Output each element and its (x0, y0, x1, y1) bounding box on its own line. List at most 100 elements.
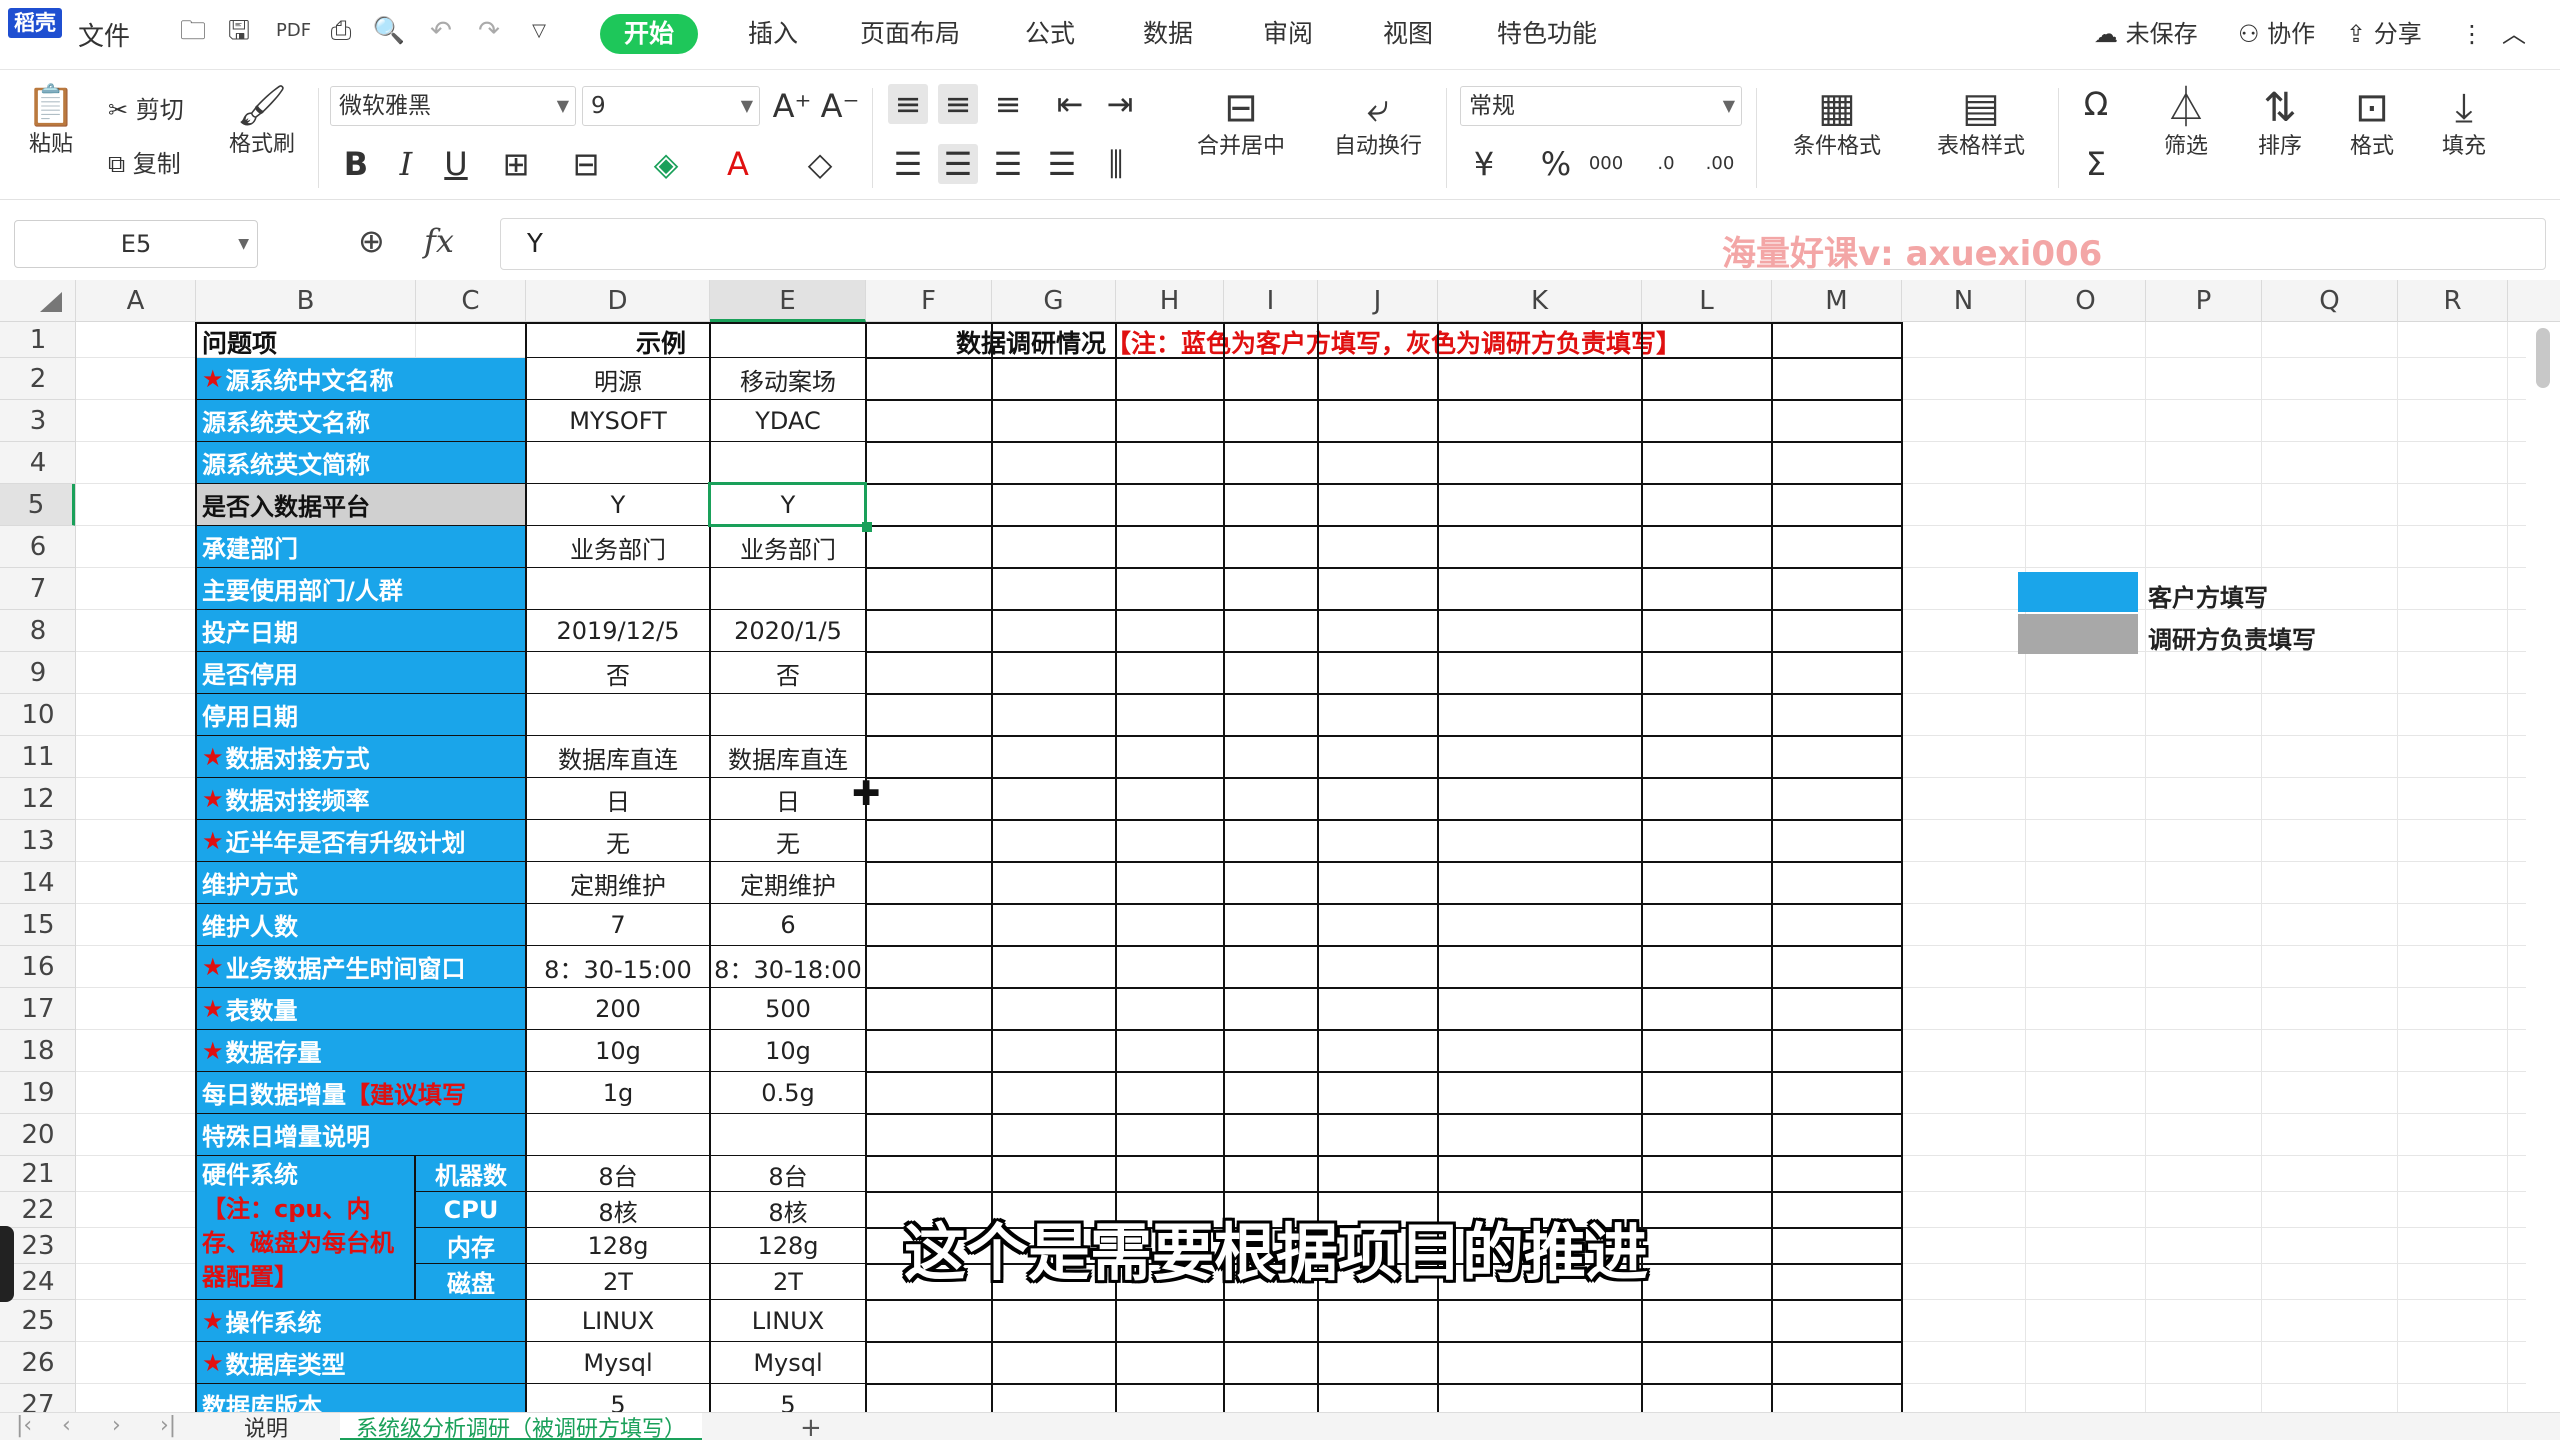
side-panel-handle[interactable] (0, 1226, 14, 1302)
align-center-icon[interactable]: ☰ (938, 144, 978, 184)
example-cell-e[interactable] (710, 1114, 866, 1156)
sum-icon[interactable]: Σ (2076, 144, 2116, 184)
row-header-16[interactable]: 16 (0, 946, 75, 988)
hardware-sub-label[interactable]: 内存 (416, 1228, 526, 1264)
item-label[interactable]: 是否停用 (196, 652, 526, 694)
column-header-F[interactable]: F (866, 280, 992, 322)
item-label[interactable]: 源系统英文简称 (196, 442, 526, 484)
example-cell-d[interactable]: 10g (526, 1030, 710, 1072)
example-cell-d[interactable]: 1g (526, 1072, 710, 1114)
last-sheet-icon[interactable]: ›| (160, 1413, 176, 1438)
border-icon[interactable]: ⊞ (496, 144, 536, 184)
distribute-icon[interactable]: ⫼ (1096, 144, 1136, 184)
file-menu[interactable]: 文件 (78, 16, 130, 53)
item-label[interactable]: 每日数据增量 【建议填写 (196, 1072, 526, 1114)
conditional-format-button[interactable]: ▦ 条件格式 (1772, 84, 1902, 162)
example-cell-d[interactable]: 2T (526, 1264, 710, 1300)
example-cell-e[interactable]: 0.5g (710, 1072, 866, 1114)
increase-decimal-icon[interactable]: .0 (1646, 144, 1686, 184)
thousands-icon[interactable]: 000 (1586, 144, 1626, 184)
font-family-select[interactable]: 微软雅黑 ▼ (330, 86, 576, 126)
share-button[interactable]: ⇪ 分享 (2346, 16, 2422, 52)
row-header-9[interactable]: 9 (0, 652, 75, 694)
align-right-icon[interactable]: ☰ (988, 144, 1028, 184)
tab-7[interactable]: 特色功能 (1484, 14, 1610, 54)
example-cell-e[interactable]: YDAC (710, 400, 866, 442)
format-button[interactable]: ⊡ 格式 (2332, 84, 2412, 162)
row-header-6[interactable]: 6 (0, 526, 75, 568)
clear-format-icon[interactable]: ◇ (800, 144, 840, 184)
example-cell-d[interactable]: 定期维护 (526, 862, 710, 904)
row-header-26[interactable]: 26 (0, 1342, 75, 1384)
row-header-7[interactable]: 7 (0, 568, 75, 610)
merge-center-button[interactable]: ⊟ 合并居中 (1180, 84, 1302, 162)
example-cell-d[interactable]: 业务部门 (526, 526, 710, 568)
item-label[interactable]: ★ 表数量 (196, 988, 526, 1030)
row-header-12[interactable]: 12 (0, 778, 75, 820)
example-cell-d[interactable]: 8台 (526, 1156, 710, 1192)
column-header-L[interactable]: L (1642, 280, 1772, 322)
italic-icon[interactable]: I (386, 144, 426, 184)
collapse-ribbon-icon[interactable]: ︿ (2502, 16, 2526, 52)
example-cell-d[interactable]: 128g (526, 1228, 710, 1264)
print-icon[interactable]: ⎙ (324, 14, 358, 48)
tab-0[interactable]: 开始 (600, 14, 698, 54)
symbol-icon[interactable]: Ω (2076, 84, 2116, 124)
zoom-icon[interactable]: ⊕ (358, 222, 385, 260)
font-size-select[interactable]: 9 ▼ (582, 86, 760, 126)
open-icon[interactable]: 🗀 (176, 14, 210, 48)
fill-button[interactable]: ⤓ 填充 (2424, 84, 2504, 162)
align-middle-icon[interactable]: ≡ (938, 84, 978, 124)
align-bottom-icon[interactable]: ≡ (988, 84, 1028, 124)
more-icon[interactable]: ⋮ (2460, 16, 2484, 52)
example-cell-d[interactable]: LINUX (526, 1300, 710, 1342)
item-label[interactable]: 维护人数 (196, 904, 526, 946)
row-header-13[interactable]: 13 (0, 820, 75, 862)
column-header-Q[interactable]: Q (2262, 280, 2398, 322)
fx-icon[interactable]: fx (424, 222, 454, 260)
item-label[interactable]: ★ 数据对接方式 (196, 736, 526, 778)
formula-input[interactable]: Y (500, 218, 2546, 270)
tab-2[interactable]: 页面布局 (850, 14, 970, 54)
example-cell-e[interactable]: 业务部门 (710, 526, 866, 568)
example-cell-d[interactable]: 5 (526, 1384, 710, 1412)
example-cell-d[interactable]: 200 (526, 988, 710, 1030)
tab-5[interactable]: 审阅 (1252, 14, 1324, 54)
align-left-icon[interactable]: ☰ (888, 144, 928, 184)
item-label[interactable]: 投产日期 (196, 610, 526, 652)
item-label[interactable]: 维护方式 (196, 862, 526, 904)
example-cell-e[interactable]: 2T (710, 1264, 866, 1300)
item-label[interactable]: ★ 源系统中文名称 (196, 358, 526, 400)
example-cell-e[interactable]: 10g (710, 1030, 866, 1072)
tab-1[interactable]: 插入 (738, 14, 808, 54)
example-cell-e[interactable] (710, 442, 866, 484)
add-sheet-icon[interactable]: + (800, 1413, 822, 1440)
next-sheet-icon[interactable]: › (112, 1413, 121, 1438)
column-header-M[interactable]: M (1772, 280, 1902, 322)
indent-increase-icon[interactable]: ⇥ (1100, 84, 1140, 124)
example-cell-d[interactable]: Y (526, 484, 710, 526)
row-header-1[interactable]: 1 (0, 322, 75, 358)
example-cell-e[interactable]: 8台 (710, 1156, 866, 1192)
wrap-text-button[interactable]: ⤶ 自动换行 (1326, 84, 1430, 162)
item-label[interactable]: 停用日期 (196, 694, 526, 736)
example-cell-e[interactable]: 日 (710, 778, 866, 820)
pdf-icon[interactable]: PDF (276, 14, 311, 48)
example-cell-d[interactable] (526, 694, 710, 736)
fill-color-icon[interactable]: ◈ (646, 144, 686, 184)
number-format-select[interactable]: 常规 ▼ (1460, 86, 1742, 126)
column-header-A[interactable]: A (76, 280, 196, 322)
copy-button[interactable]: ⧉ 复制 (108, 144, 181, 179)
row-header-10[interactable]: 10 (0, 694, 75, 736)
decrease-font-icon[interactable]: A⁻ (820, 86, 860, 126)
column-header-R[interactable]: R (2398, 280, 2508, 322)
hardware-sub-label[interactable]: 磁盘 (416, 1264, 526, 1300)
example-cell-d[interactable] (526, 1114, 710, 1156)
item-label[interactable]: ★ 业务数据产生时间窗口 (196, 946, 526, 988)
example-cell-e[interactable]: 定期维护 (710, 862, 866, 904)
example-cell-e[interactable]: 128g (710, 1228, 866, 1264)
example-cell-d[interactable]: 2019/12/5 (526, 610, 710, 652)
collab-button[interactable]: ⚇ 协作 (2238, 16, 2315, 52)
item-label[interactable]: 数据库版本 (196, 1384, 526, 1412)
column-header-N[interactable]: N (1902, 280, 2026, 322)
